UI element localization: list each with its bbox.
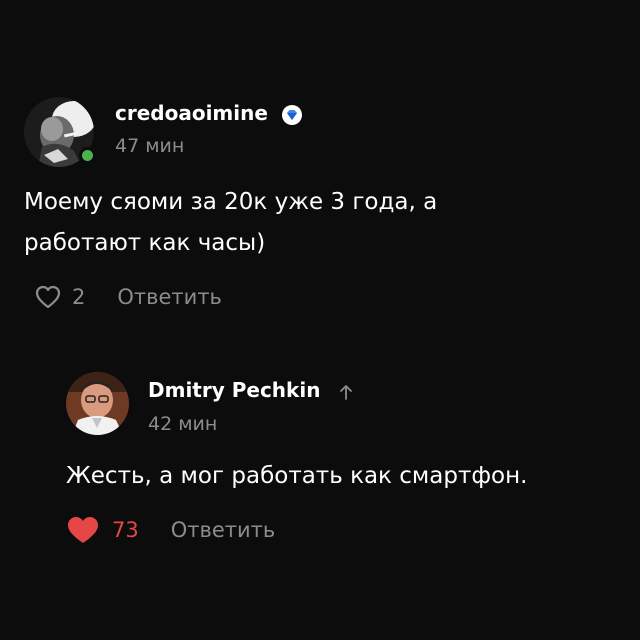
avatar-image bbox=[66, 372, 129, 435]
reply-button[interactable]: Ответить bbox=[117, 285, 222, 309]
reply-author[interactable]: Dmitry Pechkin bbox=[148, 378, 353, 402]
comment-author[interactable]: credoaoimine bbox=[115, 101, 303, 126]
comment-text: Моему сяоми за 20к уже 3 года, а работаю… bbox=[24, 189, 438, 256]
reply-author-name: Dmitry Pechkin bbox=[148, 378, 321, 402]
heart-filled-icon bbox=[68, 517, 98, 543]
like-button[interactable]: 2 bbox=[34, 284, 85, 310]
avatar-credoaoimine[interactable] bbox=[24, 97, 96, 167]
reply-button[interactable]: Ответить bbox=[171, 518, 276, 542]
reply-actions: 73 Ответить bbox=[66, 515, 275, 545]
arrow-up-icon bbox=[340, 384, 353, 400]
comment-actions: 2 Ответить bbox=[34, 284, 222, 310]
heart-outline-icon bbox=[35, 285, 61, 309]
diamond-badge-icon bbox=[281, 104, 302, 125]
avatar-photo-icon bbox=[66, 372, 129, 435]
comment-author-name: credoaoimine bbox=[115, 101, 268, 125]
online-status-dot bbox=[79, 147, 96, 164]
avatar-dmitry-pechkin[interactable] bbox=[66, 372, 129, 435]
comment: credoaoimine 47 мин Моему сяоми за 20к у… bbox=[0, 0, 640, 330]
like-count: 73 bbox=[112, 518, 139, 542]
like-count: 2 bbox=[72, 285, 86, 309]
comment-time: 47 мин bbox=[115, 135, 185, 157]
reply-comment: Dmitry Pechkin 42 мин Жесть, а мог работ… bbox=[0, 330, 640, 640]
like-button[interactable]: 73 bbox=[66, 515, 139, 545]
reply-text: Жесть, а мог работать как смартфон. bbox=[66, 463, 528, 489]
reply-time: 42 мин bbox=[148, 413, 218, 435]
